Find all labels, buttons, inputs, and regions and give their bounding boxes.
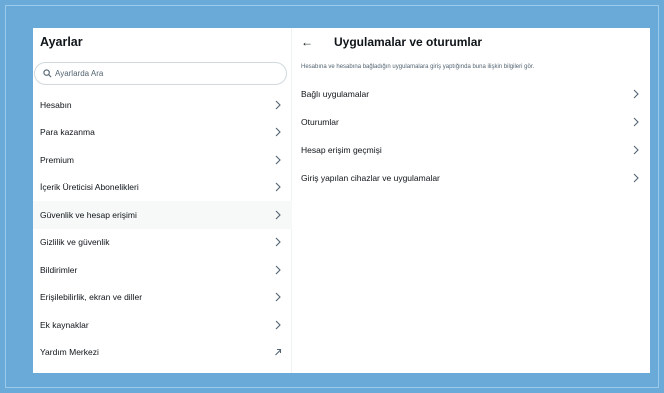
- detail-header: ← Uygulamalar ve oturumlar: [301, 35, 482, 49]
- sidebar-item-label: Premium: [40, 154, 75, 165]
- sidebar-item-privacy[interactable]: Gizlilik ve güvenlik: [33, 229, 292, 257]
- sidebar-item-label: Yardım Merkezi: [40, 347, 99, 358]
- chevron-right-icon: [275, 265, 281, 275]
- chevron-right-icon: [633, 145, 639, 155]
- settings-title: Ayarlar: [40, 35, 83, 49]
- chevron-right-icon: [275, 292, 281, 302]
- option-connected-apps[interactable]: Bağlı uygulamalar: [292, 80, 650, 108]
- settings-sidebar: Ayarlar Ayarlarda Ara Hesabın Para kazan…: [33, 28, 292, 373]
- chevron-right-icon: [633, 173, 639, 183]
- chevron-right-icon: [275, 237, 281, 247]
- sidebar-item-creator-subscriptions[interactable]: İçerik Üreticisi Abonelikleri: [33, 174, 292, 202]
- settings-window: Ayarlar Ayarlarda Ara Hesabın Para kazan…: [33, 28, 650, 373]
- sidebar-item-label: Gizlilik ve güvenlik: [40, 237, 110, 248]
- sidebar-item-label: Erişilebilirlik, ekran ve diller: [40, 292, 143, 303]
- chevron-right-icon: [275, 210, 281, 220]
- chevron-right-icon: [633, 89, 639, 99]
- page-title: Uygulamalar ve oturumlar: [334, 35, 483, 49]
- detail-description: Hesabına ve hesabına bağladığın uygulama…: [301, 64, 535, 70]
- sidebar-item-label: Para kazanma: [40, 127, 95, 138]
- sidebar-item-notifications[interactable]: Bildirimler: [33, 256, 292, 284]
- chevron-right-icon: [275, 182, 281, 192]
- sidebar-item-help-center[interactable]: Yardım Merkezi: [33, 339, 292, 367]
- settings-menu: Hesabın Para kazanma Premium İçerik Üret…: [33, 91, 292, 366]
- option-label: Hesap erişim geçmişi: [301, 145, 382, 155]
- external-link-icon: [275, 349, 282, 356]
- chevron-right-icon: [275, 155, 281, 165]
- option-label: Oturumlar: [301, 117, 339, 127]
- sidebar-item-security[interactable]: Güvenlik ve hesap erişimi: [33, 201, 292, 229]
- option-sessions[interactable]: Oturumlar: [292, 108, 650, 136]
- chevron-right-icon: [633, 117, 639, 127]
- chevron-right-icon: [275, 127, 281, 137]
- sidebar-item-accessibility[interactable]: Erişilebilirlik, ekran ve diller: [33, 284, 292, 312]
- detail-options: Bağlı uygulamalar Oturumlar Hesap erişim…: [292, 80, 650, 192]
- settings-search-input[interactable]: Ayarlarda Ara: [34, 62, 287, 85]
- option-access-history[interactable]: Hesap erişim geçmişi: [292, 136, 650, 164]
- sidebar-item-label: Güvenlik ve hesap erişimi: [40, 209, 137, 220]
- detail-panel: ← Uygulamalar ve oturumlar Hesabına ve h…: [292, 28, 650, 373]
- sidebar-item-monetization[interactable]: Para kazanma: [33, 119, 292, 147]
- sidebar-item-account[interactable]: Hesabın: [33, 91, 292, 119]
- sidebar-item-label: Ek kaynaklar: [40, 319, 89, 330]
- back-arrow-icon[interactable]: ←: [301, 35, 315, 49]
- sidebar-item-additional-resources[interactable]: Ek kaynaklar: [33, 311, 292, 339]
- sidebar-item-label: Bildirimler: [40, 264, 78, 275]
- sidebar-item-premium[interactable]: Premium: [33, 146, 292, 174]
- option-logged-in-devices[interactable]: Giriş yapılan cihazlar ve uygulamalar: [292, 164, 650, 192]
- search-placeholder: Ayarlarda Ara: [55, 69, 104, 78]
- search-icon: [43, 69, 52, 78]
- chevron-right-icon: [275, 320, 281, 330]
- option-label: Bağlı uygulamalar: [301, 89, 370, 99]
- option-label: Giriş yapılan cihazlar ve uygulamalar: [301, 173, 440, 183]
- sidebar-item-label: İçerik Üreticisi Abonelikleri: [40, 182, 139, 193]
- sidebar-item-label: Hesabın: [40, 99, 72, 110]
- chevron-right-icon: [275, 100, 281, 110]
